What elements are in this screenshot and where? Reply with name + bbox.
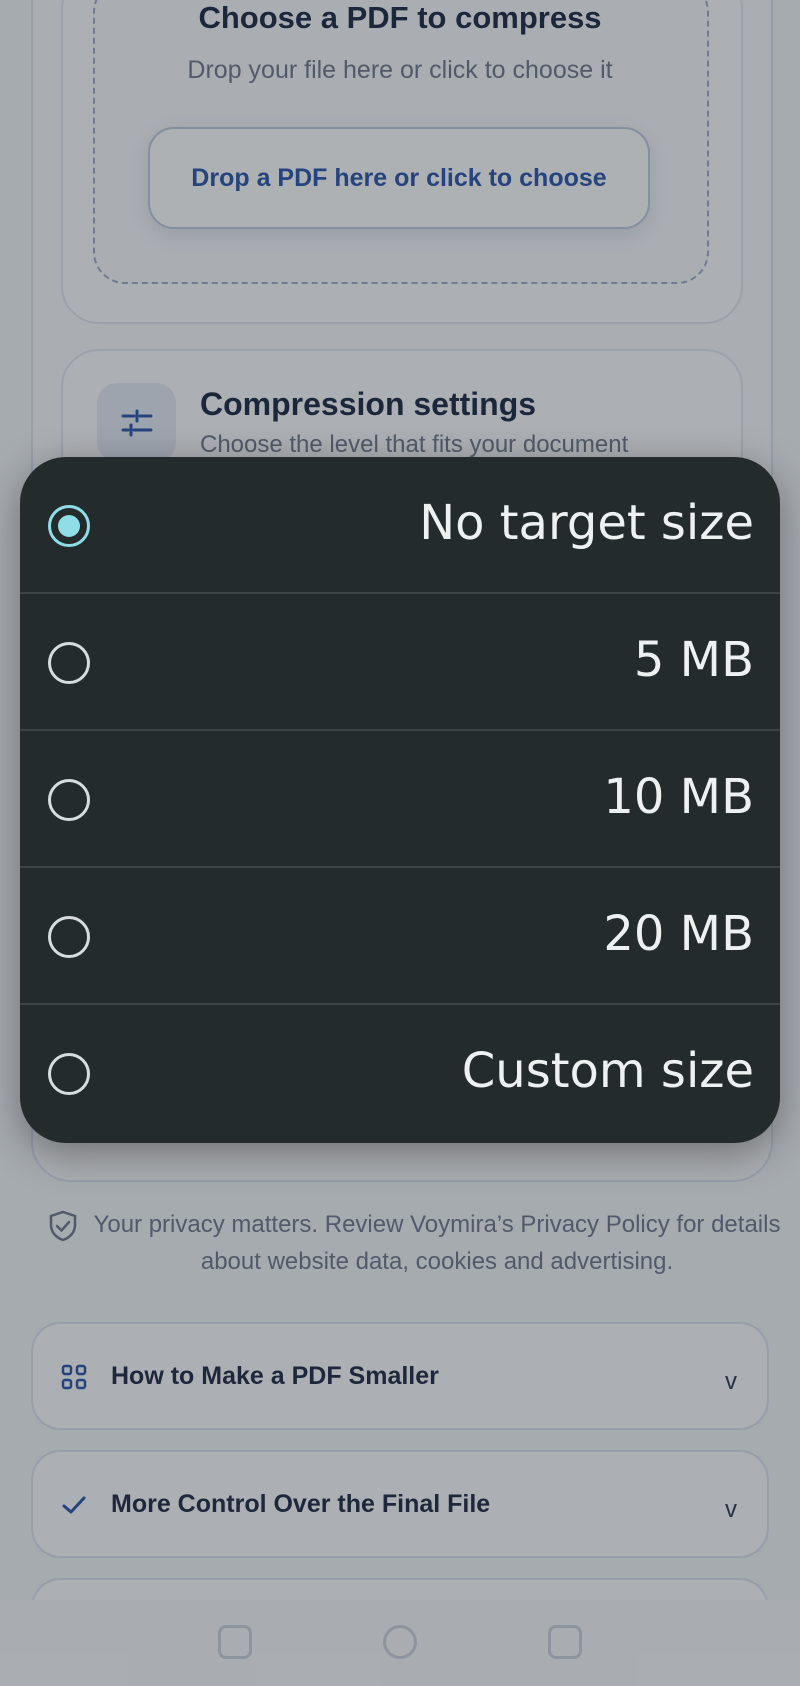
radio-icon[interactable]	[48, 916, 90, 958]
radio-icon[interactable]	[48, 1053, 90, 1095]
option-custom-size[interactable]: Custom size	[20, 1005, 780, 1142]
option-label: No target size	[419, 495, 754, 551]
page: Choose a PDF to compress Drop your file …	[0, 0, 800, 1686]
target-size-dialog: No target size 5 MB 10 MB 20 MB Custom s…	[20, 457, 780, 1143]
option-label: 20 MB	[603, 906, 754, 962]
option-label: 10 MB	[603, 769, 754, 825]
option-10-mb[interactable]: 10 MB	[20, 731, 780, 868]
radio-icon[interactable]	[48, 642, 90, 684]
option-20-mb[interactable]: 20 MB	[20, 868, 780, 1005]
radio-icon[interactable]	[48, 779, 90, 821]
option-5-mb[interactable]: 5 MB	[20, 594, 780, 731]
option-label: 5 MB	[633, 632, 754, 688]
option-no-target-size[interactable]: No target size	[20, 457, 780, 594]
radio-selected-icon[interactable]	[48, 505, 90, 547]
option-label: Custom size	[461, 1043, 754, 1099]
